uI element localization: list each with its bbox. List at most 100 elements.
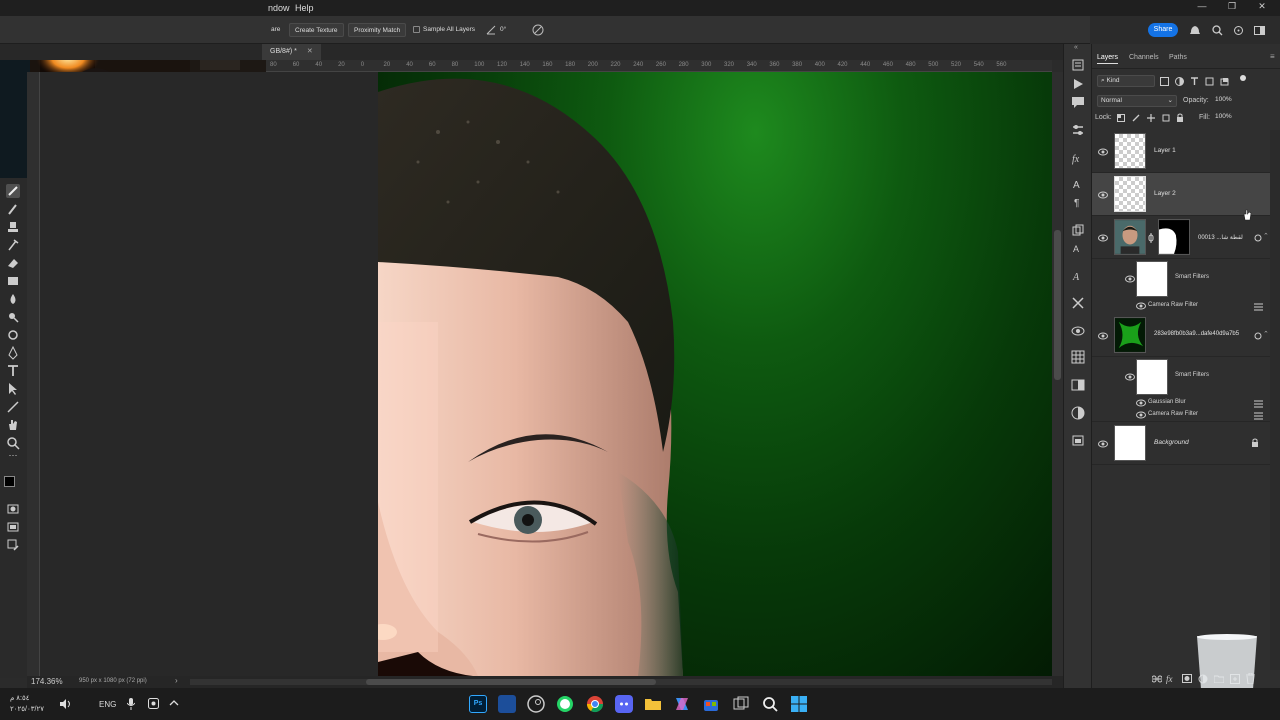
photoshop-taskbar-icon[interactable]: Ps bbox=[469, 695, 487, 713]
collapse-filters-icon[interactable]: ⌃ bbox=[1263, 232, 1269, 240]
taskbar-time[interactable]: ٨:٥٤ م bbox=[10, 694, 30, 702]
quick-mask-icon[interactable] bbox=[6, 502, 20, 516]
tab-channels[interactable]: Channels bbox=[1129, 54, 1159, 61]
visibility-eye-icon[interactable] bbox=[1098, 440, 1108, 448]
visibility-eye-icon[interactable] bbox=[1125, 373, 1135, 381]
link-icon[interactable] bbox=[1148, 233, 1154, 243]
menu-window[interactable]: ndow bbox=[268, 3, 290, 13]
pressure-icon[interactable] bbox=[532, 24, 544, 36]
fx-button[interactable]: fx bbox=[1166, 674, 1173, 684]
blur-tool-icon[interactable] bbox=[6, 292, 20, 306]
fill-field[interactable]: 100% bbox=[1212, 112, 1242, 124]
link-layers-icon[interactable] bbox=[1152, 675, 1162, 683]
whatsapp-taskbar-icon[interactable] bbox=[556, 695, 574, 713]
filter-name[interactable]: Gaussian Blur bbox=[1148, 399, 1186, 405]
horizontal-scroll-thumb[interactable] bbox=[366, 679, 656, 685]
vertical-scroll-thumb[interactable] bbox=[1054, 230, 1061, 380]
stamp-tool-icon[interactable] bbox=[6, 220, 20, 234]
edit-toolbar-icon[interactable] bbox=[6, 538, 20, 552]
filter-name[interactable]: Camera Raw Filter bbox=[1148, 302, 1198, 308]
copilot-taskbar-icon[interactable] bbox=[673, 695, 691, 713]
history-panel-icon[interactable] bbox=[1071, 58, 1085, 72]
filter-type-icon[interactable] bbox=[1190, 77, 1199, 86]
zoom-level[interactable]: 174.36% bbox=[31, 677, 63, 686]
layer-row-layer-1[interactable]: Layer 1 bbox=[1092, 130, 1270, 173]
store-taskbar-icon[interactable] bbox=[702, 695, 720, 713]
collapse-filters-icon[interactable]: ⌃ bbox=[1263, 330, 1269, 338]
lock-pixels-icon[interactable] bbox=[1132, 114, 1140, 122]
filter-options-icon[interactable] bbox=[1254, 399, 1263, 408]
filter-options-icon[interactable] bbox=[1254, 302, 1263, 311]
burn-tool-icon[interactable] bbox=[6, 328, 20, 342]
visibility-eye-icon[interactable] bbox=[1136, 411, 1146, 419]
more-tools-icon[interactable]: ⋯ bbox=[6, 450, 20, 464]
snip-icon[interactable] bbox=[148, 698, 159, 709]
language-indicator[interactable]: ENG bbox=[99, 700, 116, 709]
visibility-eye-icon[interactable] bbox=[1136, 302, 1146, 310]
chevron-up-icon[interactable] bbox=[169, 698, 179, 709]
restore-button[interactable]: ❐ bbox=[1224, 1, 1240, 15]
layer-mask-thumbnail[interactable] bbox=[1158, 219, 1190, 255]
document-info[interactable]: 950 px x 1080 px (72 ppi) bbox=[79, 678, 147, 684]
character-icon[interactable]: A bbox=[1071, 177, 1085, 191]
panel-menu-icon[interactable]: ≡ bbox=[1270, 52, 1275, 61]
swatches-icon[interactable] bbox=[1071, 350, 1085, 364]
chrome-taskbar-icon[interactable] bbox=[586, 695, 604, 713]
layer-row-layer-2[interactable]: Layer 2 bbox=[1092, 173, 1270, 221]
steam-taskbar-icon[interactable] bbox=[527, 695, 545, 713]
lock-artboard-icon[interactable] bbox=[1162, 114, 1170, 122]
brush-tool-icon[interactable] bbox=[6, 202, 20, 216]
eraser-tool-icon[interactable] bbox=[6, 256, 20, 270]
libraries-icon[interactable] bbox=[1071, 433, 1085, 447]
visibility-eye-icon[interactable] bbox=[1125, 275, 1135, 283]
opacity-field[interactable]: 100% bbox=[1212, 95, 1242, 107]
foreground-color-swatch[interactable] bbox=[4, 476, 15, 487]
pen-tool-icon[interactable] bbox=[6, 346, 20, 360]
taskbar-date[interactable]: ٢٠٢٥/٠٣/٢٧ bbox=[10, 705, 44, 713]
paragraph-icon[interactable]: ¶ bbox=[1071, 195, 1085, 209]
close-button[interactable]: ✕ bbox=[1254, 1, 1270, 15]
menu-help[interactable]: Help bbox=[295, 3, 314, 13]
filter-shape-icon[interactable] bbox=[1205, 77, 1214, 86]
smart-filters-group[interactable]: Smart Filters Gaussian Blur Camera Raw F… bbox=[1092, 357, 1270, 422]
gradients-icon[interactable] bbox=[1071, 378, 1085, 392]
hand-tool-icon[interactable] bbox=[6, 418, 20, 432]
layer-name[interactable]: Layer 2 bbox=[1154, 190, 1176, 197]
3d-icon[interactable] bbox=[1071, 324, 1085, 338]
layers-scrollbar[interactable] bbox=[1270, 130, 1280, 670]
tab-paths[interactable]: Paths bbox=[1169, 54, 1187, 61]
tools-presets-icon[interactable] bbox=[1071, 296, 1085, 310]
file-explorer-taskbar-icon[interactable] bbox=[644, 695, 662, 713]
actions-play-icon[interactable] bbox=[1071, 77, 1085, 91]
create-texture-button[interactable]: Create Texture bbox=[289, 23, 344, 37]
microphone-icon[interactable] bbox=[127, 698, 135, 710]
healing-brush-tool-icon[interactable] bbox=[6, 184, 20, 198]
layer-filter-select[interactable]: ⌕ Kind bbox=[1097, 75, 1155, 87]
discord-taskbar-icon[interactable] bbox=[615, 695, 633, 713]
blend-mode-select[interactable]: Normal ⌄ bbox=[1097, 95, 1177, 107]
proximity-match-button[interactable]: Proximity Match bbox=[348, 23, 407, 37]
dodge-tool-icon[interactable] bbox=[6, 310, 20, 324]
smart-filters-group[interactable]: Smart Filters Camera Raw Filter bbox=[1092, 259, 1270, 315]
visibility-eye-icon[interactable] bbox=[1098, 148, 1108, 156]
visibility-eye-icon[interactable] bbox=[1098, 234, 1108, 242]
layer-row-background-image[interactable]: 283e98fb0b3a9...dafe40d9a7b5 ⌃ bbox=[1092, 315, 1270, 357]
filter-name[interactable]: Camera Raw Filter bbox=[1148, 411, 1198, 417]
tool-mode-button[interactable]: are bbox=[266, 23, 285, 37]
layer-row-background[interactable]: Background bbox=[1092, 422, 1270, 465]
start-taskbar-icon[interactable] bbox=[790, 695, 808, 713]
collapse-icon[interactable]: « bbox=[1074, 44, 1078, 51]
layer-name[interactable]: Layer 1 bbox=[1154, 147, 1176, 154]
search-taskbar-icon[interactable] bbox=[761, 695, 779, 713]
minimize-button[interactable]: — bbox=[1194, 1, 1210, 15]
visibility-eye-icon[interactable] bbox=[1098, 191, 1108, 199]
speaker-icon[interactable] bbox=[59, 699, 71, 709]
lock-transparent-icon[interactable] bbox=[1117, 114, 1125, 122]
lock-all-icon[interactable] bbox=[1176, 113, 1184, 122]
filter-options-icon[interactable] bbox=[1254, 411, 1263, 420]
search-icon[interactable] bbox=[1212, 25, 1223, 36]
angle-value[interactable]: 0° bbox=[500, 26, 506, 33]
filter-adjustment-icon[interactable] bbox=[1175, 77, 1184, 86]
adjustments-icon[interactable] bbox=[1071, 123, 1085, 137]
tab-layers[interactable]: Layers bbox=[1097, 54, 1119, 64]
